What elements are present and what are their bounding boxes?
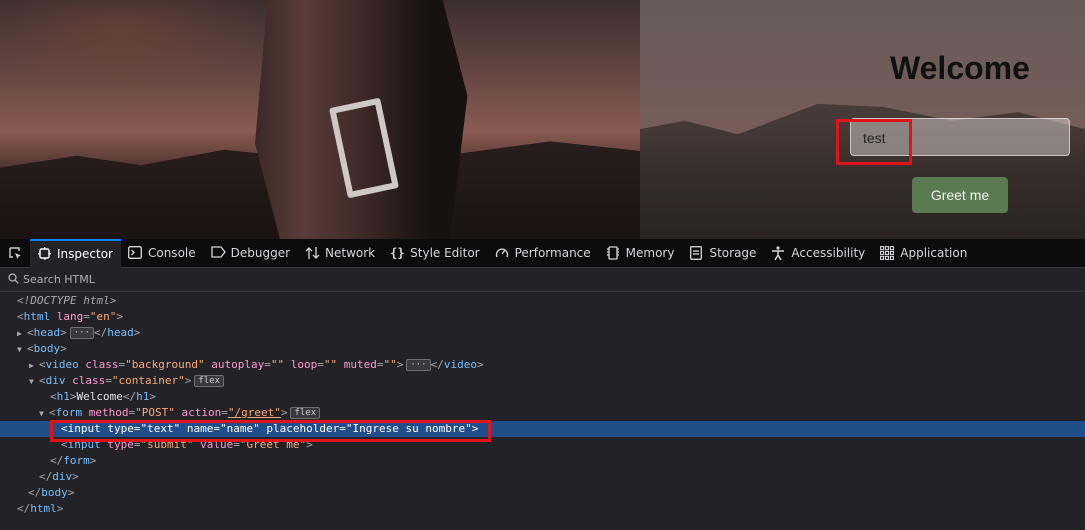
tree-row-doctype[interactable]: <!DOCTYPE html>	[0, 293, 1085, 309]
page-viewport: Welcome test Greet me	[0, 0, 1085, 239]
collapse-arrow-icon[interactable]: ▼	[29, 374, 39, 390]
doctype-text: <!DOCTYPE html>	[17, 294, 117, 307]
devtools-panel: Inspector Console Debugger Network {} Sty…	[0, 238, 1085, 530]
tab-console[interactable]: Console	[121, 239, 204, 268]
tab-label: Inspector	[57, 247, 113, 261]
page-title: Welcome	[890, 50, 1030, 86]
welcome-container: Welcome test Greet me	[640, 0, 1085, 239]
collapsed-ellipsis-icon[interactable]: ···	[69, 327, 95, 339]
tree-row-head[interactable]: ▶ <head> ··· </head>	[0, 325, 1085, 341]
tree-row-video[interactable]: ▶ <video class="background" autoplay="" l…	[0, 357, 1085, 373]
tab-memory[interactable]: Memory	[599, 239, 683, 268]
tab-network[interactable]: Network	[298, 239, 383, 268]
element-picker-icon[interactable]	[0, 239, 30, 268]
tab-accessibility[interactable]: Accessibility	[764, 239, 873, 268]
application-icon	[880, 246, 895, 260]
flex-badge[interactable]: flex	[290, 407, 321, 419]
tab-performance[interactable]: Performance	[488, 239, 599, 268]
memory-icon	[606, 246, 620, 260]
accessibility-icon	[771, 246, 785, 261]
tab-label: Network	[325, 246, 376, 260]
storage-icon	[689, 246, 703, 260]
tab-label: Console	[147, 246, 196, 260]
network-icon	[305, 246, 320, 260]
tab-label: Debugger	[230, 246, 291, 260]
tree-row-form[interactable]: ▼ <form method="POST" action="/greet"> fle…	[0, 405, 1085, 421]
tab-storage[interactable]: Storage	[682, 239, 764, 268]
selected-node-highlight-box	[50, 420, 491, 442]
search-html-input[interactable]: Search HTML	[23, 273, 95, 286]
tab-label: Performance	[514, 246, 591, 260]
collapse-arrow-icon[interactable]: ▼	[17, 342, 27, 358]
tab-label: Application	[900, 246, 968, 260]
tree-row-h1[interactable]: <h1>Welcome</h1>	[0, 389, 1085, 405]
search-html-bar[interactable]: Search HTML	[0, 268, 1085, 292]
markup-tree: <!DOCTYPE html> <html lang="en"> ▶ <head>…	[0, 292, 1085, 517]
greet-button[interactable]: Greet me	[912, 177, 1008, 213]
devtools-toolbar: Inspector Console Debugger Network {} Sty…	[0, 238, 1085, 268]
style-editor-icon: {}	[390, 246, 405, 260]
tab-inspector[interactable]: Inspector	[30, 238, 121, 268]
tab-label: Style Editor	[410, 246, 480, 260]
expand-arrow-icon[interactable]: ▶	[17, 326, 27, 342]
tree-row-div[interactable]: ▼ <div class="container"> flex	[0, 373, 1085, 389]
tree-row-html[interactable]: <html lang="en">	[0, 309, 1085, 325]
performance-icon	[495, 246, 509, 260]
collapse-arrow-icon[interactable]: ▼	[39, 406, 49, 422]
tree-row-html-close[interactable]: </html>	[0, 501, 1085, 517]
tab-style-editor[interactable]: {} Style Editor	[383, 239, 487, 268]
tree-row-form-close[interactable]: </form>	[0, 453, 1085, 469]
tab-label: Memory	[625, 246, 675, 260]
tree-row-div-close[interactable]: </div>	[0, 469, 1085, 485]
tab-application[interactable]: Application	[873, 239, 975, 268]
tab-label: Storage	[709, 246, 757, 260]
tab-debugger[interactable]: Debugger	[204, 239, 298, 268]
tab-label: Accessibility	[791, 246, 866, 260]
console-icon	[128, 246, 142, 260]
inspector-icon	[37, 247, 51, 261]
collapsed-ellipsis-icon[interactable]: ···	[406, 359, 431, 371]
tree-row-body[interactable]: ▼ <body>	[0, 341, 1085, 357]
input-highlight-box	[836, 119, 912, 165]
flex-badge[interactable]: flex	[194, 375, 225, 387]
tree-row-body-close[interactable]: </body>	[0, 485, 1085, 501]
search-icon	[8, 272, 19, 287]
expand-arrow-icon[interactable]: ▶	[29, 358, 39, 374]
debugger-icon	[210, 246, 226, 260]
